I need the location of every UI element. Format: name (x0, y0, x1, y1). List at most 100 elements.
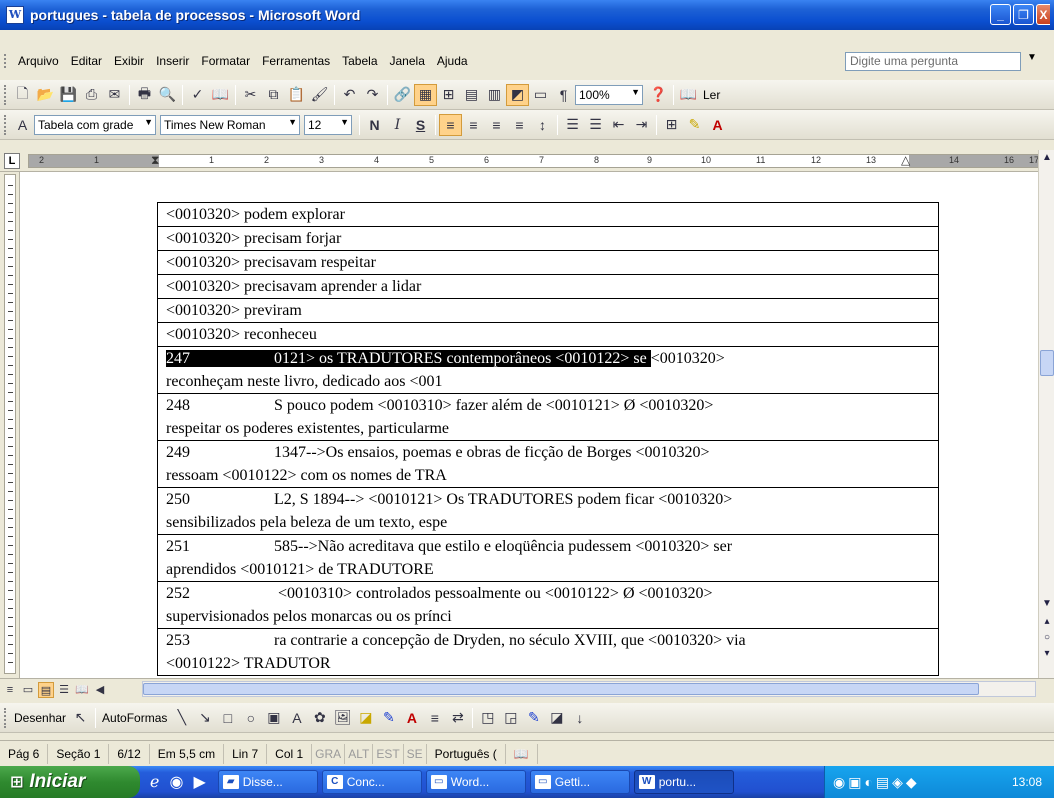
reading-layout-icon[interactable]: 📖 (74, 682, 90, 698)
internet-explorer-icon[interactable]: ℯ (150, 772, 159, 792)
open-folder-icon[interactable]: 📂 (34, 84, 57, 106)
ask-dropdown-icon[interactable]: ▼ (1027, 52, 1037, 63)
table-cell[interactable]: <0010320> precisam forjar (157, 226, 939, 251)
insert-table-icon[interactable]: ⊞ (437, 84, 460, 106)
table-cell[interactable]: 247 0121> os TRADUTORES contemporâneos <0… (157, 346, 939, 394)
permission-icon[interactable]: ⎙ (80, 84, 103, 106)
text-box-icon[interactable]: ▣ (262, 707, 285, 729)
table-cell[interactable]: 251 585-->Não acreditava que estilo e elo… (157, 534, 939, 582)
document-map-icon[interactable]: ▭ (529, 84, 552, 106)
columns-icon[interactable]: ▥ (483, 84, 506, 106)
status-overtype[interactable]: SE (404, 743, 427, 764)
table-cell[interactable]: <0010320> precisavam aprender a lidar (157, 274, 939, 299)
menu-inserir[interactable]: Inserir (150, 54, 195, 68)
web-layout-icon[interactable]: ▭ (20, 682, 36, 698)
line-spacing-icon[interactable]: ↕ (531, 114, 554, 136)
line-color-2-icon[interactable]: ✎ (522, 707, 545, 729)
clip-art-icon[interactable]: ✿ (308, 707, 331, 729)
zoom-select[interactable]: 100% ▼ (575, 84, 643, 105)
start-button[interactable]: ⊞ Iniciar (0, 766, 140, 798)
document-canvas[interactable]: <0010320> podem explorar <0010320> precis… (20, 172, 1038, 678)
underline-button[interactable]: S (409, 114, 432, 136)
menu-formatar[interactable]: Formatar (195, 54, 256, 68)
style-select[interactable]: Tabela com grade ▼ (34, 114, 156, 135)
new-document-icon[interactable]: 🗋 (11, 84, 34, 106)
save-icon[interactable]: 💾 (57, 84, 80, 106)
email-icon[interactable]: ✉ (103, 84, 126, 106)
menu-ajuda[interactable]: Ajuda (431, 54, 474, 68)
arrow-icon[interactable]: ↘ (193, 707, 216, 729)
toolbar-grip[interactable] (4, 84, 8, 105)
status-track-changes[interactable]: ALT (345, 743, 374, 764)
menu-janela[interactable]: Janela (384, 54, 431, 68)
autoshapes-menu-button[interactable]: AutoFormas (99, 711, 170, 725)
show-hide-icon[interactable]: ¶ (552, 84, 575, 106)
picture-icon[interactable]: 🖼 (331, 707, 354, 729)
normal-view-icon[interactable]: ≡ (2, 682, 18, 698)
vertical-ruler[interactable] (0, 172, 20, 678)
arrow-style-icon[interactable]: ⇄ (446, 707, 469, 729)
bold-button[interactable]: N (363, 114, 386, 136)
print-icon[interactable]: 🖶 (133, 84, 156, 106)
table-cell[interactable]: <0010320> previram (157, 298, 939, 323)
research-icon[interactable]: 📖 (209, 84, 232, 106)
status-extend[interactable]: EST (373, 743, 404, 764)
bullets-icon[interactable]: ☰ (584, 114, 607, 136)
table-cell[interactable]: 253 ra contrarie a concepção de Dryden, n… (157, 628, 939, 676)
menu-tabela[interactable]: Tabela (336, 54, 383, 68)
help-icon[interactable]: ❓ (647, 84, 670, 106)
fill-color-icon[interactable]: ◪ (354, 707, 377, 729)
table-cell[interactable]: <0010320> reconheceu (157, 322, 939, 347)
font-color-icon[interactable]: A (706, 114, 729, 136)
browse-object-icon[interactable]: ○ (1040, 632, 1054, 646)
sort-icon[interactable]: ↓ (568, 707, 591, 729)
decrease-indent-icon[interactable]: ⇤ (607, 114, 630, 136)
align-center-icon[interactable]: ≡ (462, 114, 485, 136)
italic-button[interactable]: I (386, 114, 409, 136)
vertical-scroll-thumb[interactable] (1040, 350, 1054, 376)
line-color-icon[interactable]: ✎ (377, 707, 400, 729)
copy-icon[interactable]: ⧉ (262, 84, 285, 106)
toolbar-grip[interactable] (4, 114, 8, 135)
hyperlink-icon[interactable]: 🔗 (391, 84, 414, 106)
numbering-icon[interactable]: ☰ (561, 114, 584, 136)
paste-icon[interactable]: 📋 (285, 84, 308, 106)
line-style-icon[interactable]: ≡ (423, 707, 446, 729)
edit-points-icon[interactable]: ◲ (499, 707, 522, 729)
draw-menu-button[interactable]: Desenhar (11, 711, 69, 725)
line-icon[interactable]: ╲ (170, 707, 193, 729)
horizontal-scrollbar[interactable] (142, 681, 1036, 697)
table-cell[interactable]: <0010320> precisavam respeitar (157, 250, 939, 275)
read-mode-icon[interactable]: 📖 (677, 84, 700, 106)
spelling-status-icon[interactable]: 📖 (506, 743, 538, 764)
title-bar[interactable]: W portugues - tabela de processos - Micr… (0, 0, 1054, 30)
taskbar-item[interactable]: ▰ Disse... (217, 770, 318, 794)
vertical-scrollbar[interactable]: ▲ ▼ ▴ ○ ▾ (1038, 150, 1054, 678)
read-button[interactable]: Ler (700, 88, 723, 102)
horizontal-scroll-thumb[interactable] (143, 683, 979, 695)
tray-icons[interactable]: ◉▣◐▤◈◆ (833, 774, 1012, 791)
align-right-icon[interactable]: ≡ (485, 114, 508, 136)
scroll-down-icon[interactable]: ▼ (1040, 598, 1054, 612)
fill-color-2-icon[interactable]: ◪ (545, 707, 568, 729)
toolbar-grip[interactable] (4, 707, 8, 728)
scroll-up-icon[interactable]: ▲ (1040, 152, 1054, 166)
status-record-macro[interactable]: GRA (312, 743, 346, 764)
previous-page-icon[interactable]: ▴ (1040, 616, 1054, 630)
font-color-draw-icon[interactable]: A (400, 707, 423, 729)
styles-icon[interactable]: A (11, 114, 34, 136)
table-cell[interactable]: <0010320> podem explorar (157, 202, 939, 227)
rectangle-icon[interactable]: □ (216, 707, 239, 729)
oval-icon[interactable]: ○ (239, 707, 262, 729)
tab-selector[interactable]: L (4, 153, 20, 169)
wordart-icon[interactable]: A (285, 707, 308, 729)
font-select[interactable]: Times New Roman ▼ (160, 114, 300, 135)
left-indent-marker-icon[interactable]: ⧗ (151, 153, 159, 168)
cut-icon[interactable]: ✂ (239, 84, 262, 106)
table-cell[interactable]: 248 S pouco podem <0010310> fazer além de… (157, 393, 939, 441)
redo-icon[interactable]: ↷ (361, 84, 384, 106)
scroll-left-icon[interactable]: ◀ (92, 682, 108, 698)
taskbar-item[interactable]: ▭ Word... (425, 770, 526, 794)
increase-indent-icon[interactable]: ⇥ (630, 114, 653, 136)
outline-view-icon[interactable]: ☰ (56, 682, 72, 698)
